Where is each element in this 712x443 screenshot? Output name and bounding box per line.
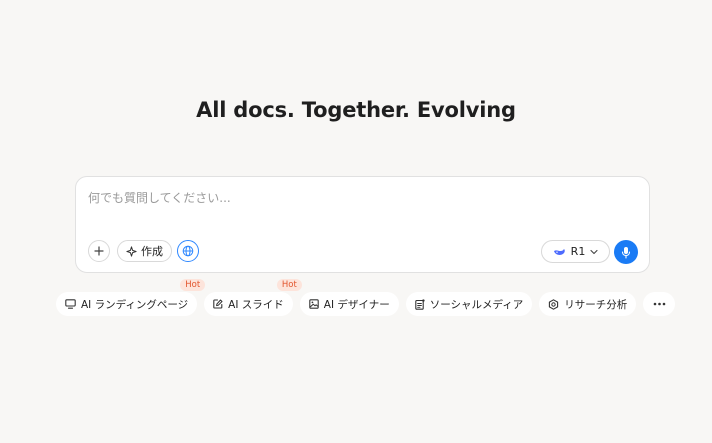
- page-title: All docs. Together. Evolving: [196, 98, 516, 122]
- tool-label: AI デザイナー: [323, 298, 390, 311]
- edit-icon: [213, 299, 223, 309]
- model-label: R1: [570, 245, 586, 258]
- tool-ai-landing-page[interactable]: AI ランディングページ Hot: [56, 279, 206, 316]
- tool-research-analysis[interactable]: リサーチ分析: [539, 292, 637, 316]
- microphone-icon: [621, 246, 631, 259]
- create-button[interactable]: 作成: [117, 240, 172, 262]
- tool-shortcuts: AI ランディングページ Hot AI スライド Hot AI デザイナー ソー…: [56, 279, 676, 316]
- web-search-toggle[interactable]: [177, 240, 199, 262]
- tool-label: AI スライド: [228, 298, 284, 311]
- hot-badge: Hot: [276, 279, 302, 291]
- hot-badge: Hot: [180, 279, 206, 291]
- chat-input[interactable]: [88, 187, 628, 209]
- chevron-down-icon: [590, 249, 598, 255]
- voice-input-button[interactable]: [614, 240, 638, 264]
- tool-label: ソーシャルメディア: [429, 298, 524, 311]
- more-horizontal-icon: [653, 302, 666, 306]
- tool-social-media[interactable]: ソーシャルメディア: [405, 292, 533, 316]
- globe-icon: [182, 245, 194, 257]
- tool-label: リサーチ分析: [564, 298, 628, 311]
- model-selector[interactable]: R1: [541, 240, 610, 263]
- tool-label: AI ランディングページ: [81, 298, 189, 311]
- tool-ai-slides[interactable]: AI スライド Hot: [204, 279, 302, 316]
- whale-icon: [553, 247, 566, 257]
- social-post-icon: [414, 298, 425, 310]
- more-tools-button[interactable]: [643, 292, 676, 316]
- tool-ai-designer[interactable]: AI デザイナー: [299, 292, 399, 316]
- research-icon: [548, 298, 559, 310]
- sparkle-icon: [126, 245, 137, 257]
- create-button-label: 作成: [141, 245, 163, 258]
- plus-icon: [94, 246, 104, 256]
- image-icon: [309, 299, 319, 309]
- add-attachment-button[interactable]: [88, 240, 110, 262]
- monitor-icon: [65, 299, 76, 309]
- chat-composer: 作成 R1: [75, 176, 650, 273]
